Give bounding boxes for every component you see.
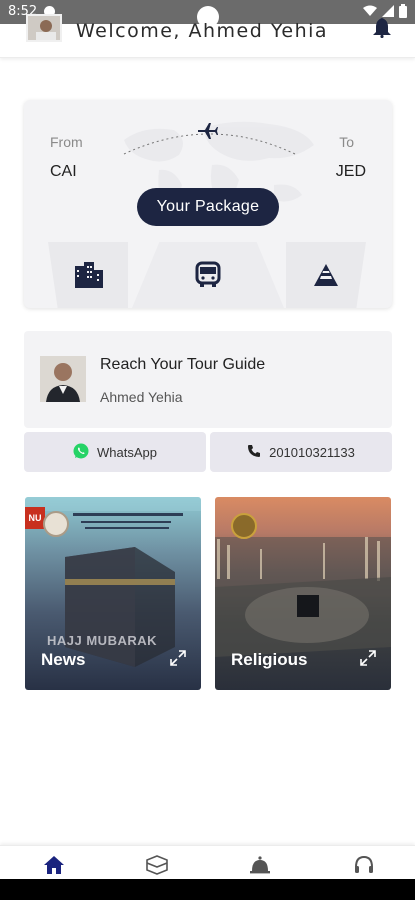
whatsapp-label: WhatsApp xyxy=(97,444,157,460)
home-icon xyxy=(43,855,65,880)
pyramid-icon[interactable] xyxy=(309,260,343,290)
bus-icon[interactable] xyxy=(191,260,225,290)
phone-icon xyxy=(247,444,261,461)
corner-badge: NU xyxy=(25,507,45,529)
user-avatar[interactable] xyxy=(26,14,62,42)
nav-services[interactable] xyxy=(248,855,272,880)
flight-route-graphic xyxy=(123,123,296,155)
flight-card: From CAI To JED Your Package xyxy=(24,100,392,308)
expand-icon[interactable] xyxy=(169,649,187,667)
news-tile-label: News xyxy=(41,650,86,669)
tour-guide-card[interactable]: Reach Your Tour Guide Ahmed Yehia xyxy=(24,331,392,428)
to-label: To xyxy=(339,134,354,150)
news-logo-badge xyxy=(43,511,69,537)
news-tile[interactable]: NU HAJJ MUBARAK News xyxy=(25,497,201,690)
app-header: Welcome, Ahmed Yehia xyxy=(0,14,415,58)
whatsapp-icon xyxy=(73,443,89,462)
news-overlay-text: HAJJ MUBARAK xyxy=(47,633,158,648)
system-gesture-bar xyxy=(0,879,415,900)
service-bell-icon xyxy=(249,855,271,880)
religious-tile[interactable]: Religious xyxy=(215,497,391,690)
welcome-text: Welcome, Ahmed Yehia xyxy=(76,20,329,42)
nav-home[interactable] xyxy=(42,855,66,880)
from-airport-code: CAI xyxy=(50,163,77,180)
phone-button[interactable]: 201010321133 xyxy=(210,432,392,472)
nav-kaaba[interactable] xyxy=(145,854,169,880)
nav-support[interactable] xyxy=(352,855,376,880)
airplane-icon xyxy=(198,123,218,139)
headset-icon xyxy=(353,855,375,880)
to-airport-code: JED xyxy=(335,163,366,180)
flight-tabs xyxy=(24,242,392,308)
battery-icon xyxy=(399,4,407,21)
hotel-icon[interactable] xyxy=(72,260,106,290)
your-package-button[interactable]: Your Package xyxy=(137,188,279,226)
guide-photo xyxy=(40,356,86,402)
kaaba-icon xyxy=(146,854,168,880)
from-label: From xyxy=(50,134,83,150)
guide-card-title: Reach Your Tour Guide xyxy=(100,356,266,373)
app-screen: 8:52 Welcome, Ahmed Yehia From CAI To JE… xyxy=(0,0,415,900)
bottom-navigation xyxy=(0,845,415,879)
phone-number: 201010321133 xyxy=(269,444,355,460)
guide-name: Ahmed Yehia xyxy=(100,389,183,405)
expand-icon[interactable] xyxy=(359,649,377,667)
religious-tile-label: Religious xyxy=(231,650,308,669)
whatsapp-button[interactable]: WhatsApp xyxy=(24,432,206,472)
notification-bell-icon[interactable] xyxy=(373,18,391,39)
religious-logo-badge xyxy=(231,513,257,539)
